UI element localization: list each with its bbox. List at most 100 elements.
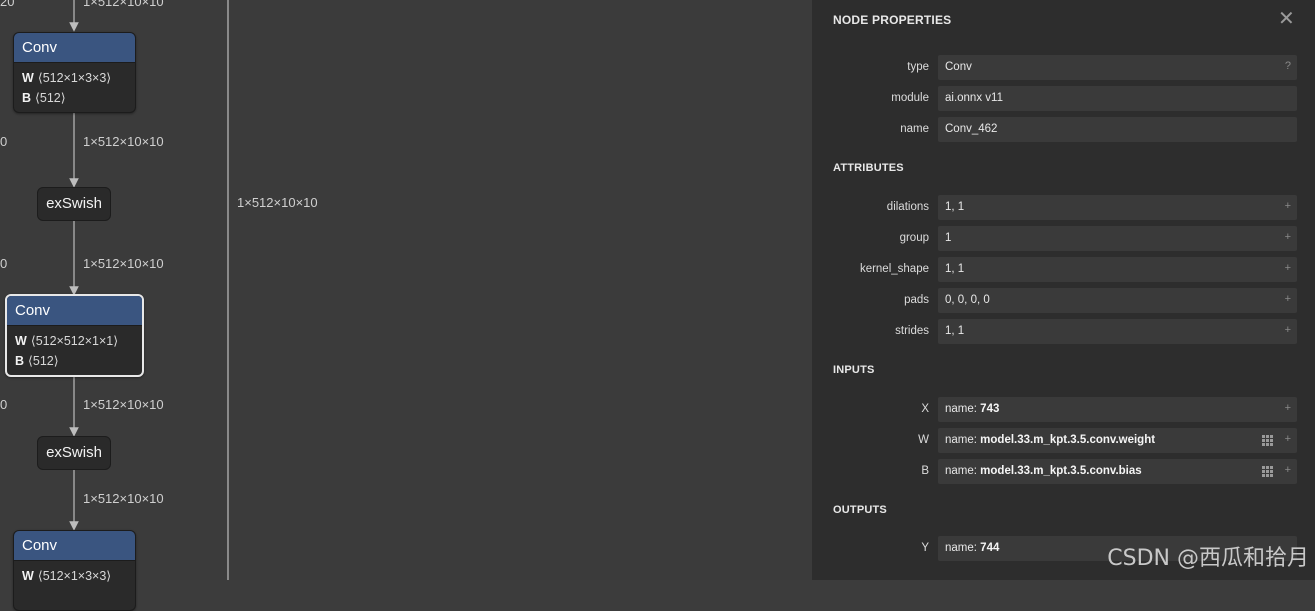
output-name: 744 — [980, 542, 1000, 554]
property-type: type Conv ? — [812, 55, 1315, 80]
watermark: CSDN @西瓜和拾月 — [1107, 546, 1309, 571]
input-prefix: name: — [945, 434, 981, 446]
conv-node[interactable]: Conv W ⟨512×1×3×3⟩ B ⟨512⟩ — [13, 32, 136, 113]
node-initializers: W ⟨512×1×3×3⟩ B ⟨512⟩ — [14, 63, 135, 112]
node-title: Conv — [7, 296, 142, 326]
plus-icon[interactable]: + — [1285, 397, 1291, 419]
attribute-group: group 1 + — [812, 226, 1315, 251]
property-label: name — [900, 123, 929, 135]
edge-label: 1×512×10×10 — [83, 256, 164, 271]
property-value-text: Conv_462 — [945, 123, 998, 135]
input-value[interactable]: name: model.33.m_kpt.3.5.conv.weight + — [938, 428, 1297, 453]
node-initializers: W ⟨512×1×3×3⟩ — [14, 561, 135, 590]
attribute-label: kernel_shape — [859, 263, 929, 275]
input-label: B — [921, 465, 929, 477]
attribute-value[interactable]: 0, 0, 0, 0 + — [938, 288, 1297, 313]
weight-label: W — [15, 334, 27, 348]
weight-shape: ⟨512×1×3×3⟩ — [37, 71, 112, 85]
plus-icon[interactable]: + — [1285, 288, 1291, 310]
plus-icon[interactable]: + — [1285, 428, 1291, 450]
attribute-value[interactable]: 1, 1 + — [938, 319, 1297, 344]
plus-icon[interactable]: + — [1285, 257, 1291, 279]
outputs-title: OUTPUTS — [833, 504, 887, 516]
input-label: X — [921, 403, 929, 415]
input-w: W name: model.33.m_kpt.3.5.conv.weight + — [812, 428, 1315, 453]
grid-icon[interactable] — [1262, 435, 1273, 446]
property-value[interactable]: Conv ? — [938, 55, 1297, 80]
panel-title: NODE PROPERTIES — [833, 13, 952, 27]
input-value[interactable]: name: model.33.m_kpt.3.5.conv.bias + — [938, 459, 1297, 484]
property-value-text: ai.onnx v11 — [945, 92, 1003, 104]
left-edge-number: 0 — [0, 134, 8, 149]
input-value[interactable]: name: 743 + — [938, 397, 1297, 422]
attribute-value-text: 1, 1 — [945, 325, 965, 337]
left-edge-number: 0 — [0, 256, 8, 271]
close-icon[interactable]: ✕ — [1278, 9, 1295, 29]
attribute-value-text: 1, 1 — [945, 263, 965, 275]
attribute-pads: pads 0, 0, 0, 0 + — [812, 288, 1315, 313]
bias-label: B — [22, 91, 32, 105]
input-prefix: name: — [945, 403, 981, 415]
question-icon[interactable]: ? — [1285, 55, 1291, 77]
bias-shape: ⟨512⟩ — [35, 91, 66, 105]
side-edge-label: 1×512×10×10 — [237, 195, 318, 210]
edge-label: 1×512×10×10 — [83, 0, 164, 9]
input-name: model.33.m_kpt.3.5.conv.bias — [980, 465, 1142, 477]
plus-icon[interactable]: + — [1285, 226, 1291, 248]
input-x: X name: 743 + — [812, 397, 1315, 422]
weight-shape: ⟨512×1×3×3⟩ — [37, 569, 112, 583]
weight-label: W — [22, 569, 34, 583]
output-label: Y — [921, 542, 929, 554]
attribute-dilations: dilations 1, 1 + — [812, 195, 1315, 220]
attribute-kernel-shape: kernel_shape 1, 1 + — [812, 257, 1315, 282]
exswish-node[interactable]: exSwish — [37, 187, 111, 221]
attribute-label: dilations — [886, 201, 929, 213]
property-label: type — [907, 61, 929, 73]
attribute-value[interactable]: 1, 1 + — [938, 195, 1297, 220]
weight-label: W — [22, 71, 34, 85]
attribute-value-text: 1 — [945, 232, 952, 244]
grid-icon[interactable] — [1262, 466, 1273, 477]
bias-label: B — [15, 354, 25, 368]
input-name: model.33.m_kpt.3.5.conv.weight — [980, 434, 1156, 446]
edge-label: 1×512×10×10 — [83, 134, 164, 149]
bias-shape: ⟨512⟩ — [28, 354, 59, 368]
attribute-label: group — [899, 232, 929, 244]
exswish-node[interactable]: exSwish — [37, 436, 111, 470]
node-initializers: W ⟨512×512×1×1⟩ B ⟨512⟩ — [7, 326, 142, 375]
weight-shape: ⟨512×512×1×1⟩ — [30, 334, 119, 348]
inputs-title: INPUTS — [833, 364, 875, 376]
input-label: W — [918, 434, 929, 446]
input-b: B name: model.33.m_kpt.3.5.conv.bias + — [812, 459, 1315, 484]
conv-node-selected[interactable]: Conv W ⟨512×512×1×1⟩ B ⟨512⟩ — [5, 294, 144, 377]
node-title: Conv — [14, 33, 135, 63]
attribute-value-text: 0, 0, 0, 0 — [945, 294, 990, 306]
edge-label: 1×512×10×10 — [83, 397, 164, 412]
property-label: module — [891, 92, 929, 104]
conv-node[interactable]: Conv W ⟨512×1×3×3⟩ — [13, 530, 136, 611]
property-name: name Conv_462 — [812, 117, 1315, 142]
plus-icon[interactable]: + — [1285, 459, 1291, 481]
input-prefix: name: — [945, 465, 981, 477]
attribute-value[interactable]: 1 + — [938, 226, 1297, 251]
plus-icon[interactable]: + — [1285, 195, 1291, 217]
attribute-value[interactable]: 1, 1 + — [938, 257, 1297, 282]
attribute-value-text: 1, 1 — [945, 201, 965, 213]
node-properties-panel: NODE PROPERTIES ✕ type Conv ? module ai.… — [812, 0, 1315, 580]
property-value[interactable]: ai.onnx v11 — [938, 86, 1297, 111]
graph-canvas[interactable]: 20 0 0 0 1×512×10×10 1×512×10×10 1×512×1… — [0, 0, 812, 611]
node-title: Conv — [14, 531, 135, 561]
property-value-text: Conv — [945, 61, 972, 73]
property-module: module ai.onnx v11 — [812, 86, 1315, 111]
output-prefix: name: — [945, 542, 981, 554]
attribute-label: strides — [895, 325, 929, 337]
property-value[interactable]: Conv_462 — [938, 117, 1297, 142]
left-edge-number: 0 — [0, 397, 8, 412]
attribute-label: pads — [904, 294, 929, 306]
edge-label: 1×512×10×10 — [83, 491, 164, 506]
attributes-title: ATTRIBUTES — [833, 162, 904, 174]
plus-icon[interactable]: + — [1285, 319, 1291, 341]
attribute-strides: strides 1, 1 + — [812, 319, 1315, 344]
input-name: 743 — [980, 403, 1000, 415]
left-edge-number: 20 — [0, 0, 15, 9]
